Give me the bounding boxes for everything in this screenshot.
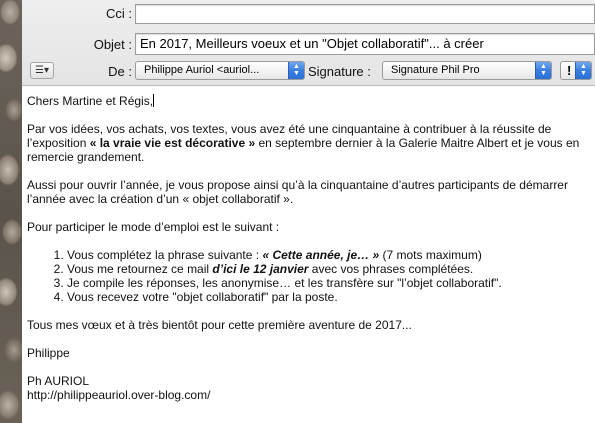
paragraph-wishes: Tous mes vœux et à très bientôt pour cet… <box>27 318 412 332</box>
list-item: Vous complétez la phrase suivante : « Ce… <box>67 248 587 262</box>
from-popup[interactable]: Philippe Auriol <auriol... ▲ ▼ <box>135 61 305 80</box>
blog-link[interactable]: http://philippeauriol.over-blog.com/ <box>27 388 587 402</box>
signature-popup[interactable]: Signature Phil Pro ▲ ▼ <box>382 61 552 80</box>
signature-full-name: Ph AURIOL <box>27 374 90 388</box>
action-menu-icon: ☰▾ <box>35 65 49 76</box>
cci-label: Cci : <box>106 6 132 21</box>
message-body[interactable]: Chers Martine et Régis, Par vos idées, v… <box>22 86 595 423</box>
text-caret <box>153 94 155 107</box>
list-item: Je compile les réponses, les anonymise… … <box>67 276 587 290</box>
updown-arrows-icon: ▲ ▼ <box>575 62 591 79</box>
instructions-list: Vous complétez la phrase suivante : « Ce… <box>27 248 587 304</box>
desktop-background <box>0 0 22 423</box>
message-text[interactable]: Chers Martine et Régis, Par vos idées, v… <box>27 94 587 416</box>
paragraph-instructions: Pour participer le mode d’emploi est le … <box>27 220 280 234</box>
action-menu-button[interactable]: ☰▾ <box>30 62 54 79</box>
from-label: De : <box>108 64 132 79</box>
list-item: Vous me retournez ce mail d’ici le 12 ja… <box>67 262 587 276</box>
priority-value: ! <box>567 63 572 78</box>
cci-field[interactable] <box>135 4 595 24</box>
signature-label: Signature : <box>308 64 371 79</box>
greeting: Chers Martine et Régis, <box>27 94 155 108</box>
updown-arrows-icon: ▲ ▼ <box>535 62 551 79</box>
updown-arrows-icon: ▲ ▼ <box>288 62 304 79</box>
list-item: Vous recevez votre "objet collaboratif" … <box>67 290 587 304</box>
from-value: Philippe Auriol <auriol... <box>144 64 260 76</box>
signature-value: Signature Phil Pro <box>391 64 480 76</box>
subject-field[interactable]: En 2017, Meilleurs voeux et un "Objet co… <box>135 33 595 55</box>
mail-header: Cci : Objet : En 2017, Meilleurs voeux e… <box>22 0 595 86</box>
signature-first-name: Philippe <box>27 346 70 360</box>
priority-popup[interactable]: ! ▲ ▼ <box>560 61 592 80</box>
paragraph-proposal: Aussi pour ouvrir l’année, je vous propo… <box>27 178 568 206</box>
paragraph-thanks: Par vos idées, vos achats, vos textes, v… <box>27 122 580 164</box>
exhibition-title: « la vraie vie est décorative » <box>89 136 256 150</box>
objet-label: Objet : <box>93 37 132 52</box>
